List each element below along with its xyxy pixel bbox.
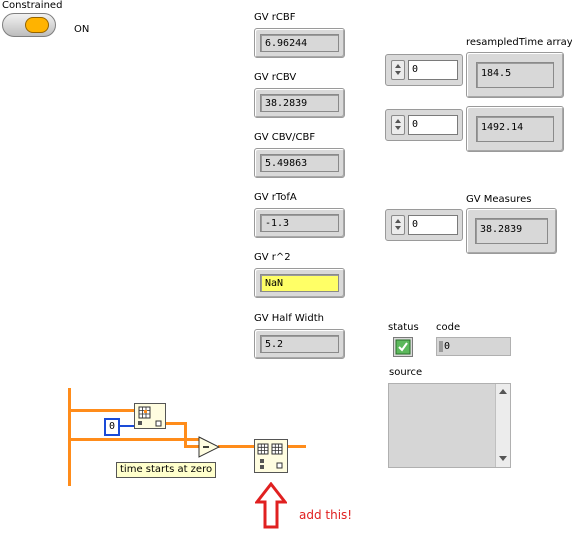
scroll-down-icon[interactable] <box>499 456 507 461</box>
indicator-rtofa: -1.3 <box>254 208 345 238</box>
checkmark-icon <box>395 339 411 355</box>
indicator-label-cbv-cbf: GV CBV/CBF <box>254 132 316 143</box>
annotation-text: add this! <box>299 508 353 522</box>
array-subset-icon <box>257 443 283 469</box>
wire-drop <box>184 422 187 447</box>
indicator-r2: NaN <box>254 268 345 298</box>
status-label: status <box>388 322 419 333</box>
wire-top <box>68 409 134 412</box>
new-array-node[interactable] <box>254 439 288 473</box>
arrow-up-icon <box>255 482 287 529</box>
indicator-rcbf-value: 6.96244 <box>260 34 339 52</box>
indicator-label-r2: GV r^2 <box>254 252 291 263</box>
wire-middle <box>68 438 200 441</box>
toggle-light <box>25 17 49 33</box>
wire-node-out <box>164 422 186 425</box>
index-spinner-1[interactable] <box>391 115 405 135</box>
indicator-rcbf: 6.96244 <box>254 28 345 58</box>
source-textbox[interactable] <box>388 383 511 468</box>
wire-to-new-node <box>218 445 254 448</box>
indicator-r2-value: NaN <box>260 274 339 292</box>
resampled-index-0: 0 <box>385 54 463 86</box>
constrained-label: Constrained <box>2 0 63 11</box>
indicator-cbv-cbf-value: 5.49863 <box>260 154 339 172</box>
index-array-icon <box>138 406 162 427</box>
indicator-label-rcbf: GV rCBF <box>254 12 296 23</box>
code-label: code <box>436 322 461 333</box>
constrained-state: ON <box>74 24 90 35</box>
index-spinner-0[interactable] <box>391 60 405 80</box>
measures-index-spinner[interactable] <box>391 215 405 235</box>
resampled-array-label: resampledTime array <box>466 37 572 48</box>
code-radix-indicator <box>439 341 443 352</box>
resampled-index-1: 0 <box>385 109 463 141</box>
indicator-half-width: 5.2 <box>254 329 345 359</box>
wire-vertical-left <box>68 388 71 486</box>
source-scrollbar[interactable] <box>495 384 510 467</box>
code-field[interactable]: 0 <box>436 337 511 356</box>
measures-element: 38.2839 <box>466 208 557 254</box>
resampled-value-1: 1492.14 <box>476 116 554 142</box>
comment-label: time starts at zero <box>116 462 217 478</box>
measures-index-field[interactable]: 0 <box>408 215 458 235</box>
index-field-1[interactable]: 0 <box>408 115 458 135</box>
scroll-up-icon[interactable] <box>499 389 507 394</box>
indicator-rcbv: 38.2839 <box>254 88 345 118</box>
measures-index: 0 <box>385 209 463 241</box>
indicator-rtofa-value: -1.3 <box>260 214 339 232</box>
indicator-label-rcbv: GV rCBV <box>254 72 297 83</box>
source-label: source <box>389 367 423 378</box>
code-value: 0 <box>444 341 451 352</box>
indicator-half-width-value: 5.2 <box>260 335 339 353</box>
constrained-toggle[interactable] <box>2 13 56 37</box>
index-field-0[interactable]: 0 <box>408 60 458 80</box>
wire-output <box>286 445 306 448</box>
resampled-element-0: 184.5 <box>466 52 564 98</box>
measures-label: GV Measures <box>466 194 532 205</box>
indicator-cbv-cbf: 5.49863 <box>254 148 345 178</box>
constant-zero[interactable]: 0 <box>104 418 120 436</box>
indicator-label-half-width: GV Half Width <box>254 313 324 324</box>
resampled-value-0: 184.5 <box>476 62 554 88</box>
measures-value: 38.2839 <box>475 218 548 244</box>
status-checkbox[interactable] <box>393 337 413 357</box>
resampled-element-1: 1492.14 <box>466 106 564 152</box>
subtract-node[interactable] <box>198 436 220 458</box>
index-array-node[interactable] <box>134 403 166 429</box>
indicator-label-rtofa: GV rTofA <box>254 192 297 203</box>
indicator-rcbv-value: 38.2839 <box>260 94 339 112</box>
